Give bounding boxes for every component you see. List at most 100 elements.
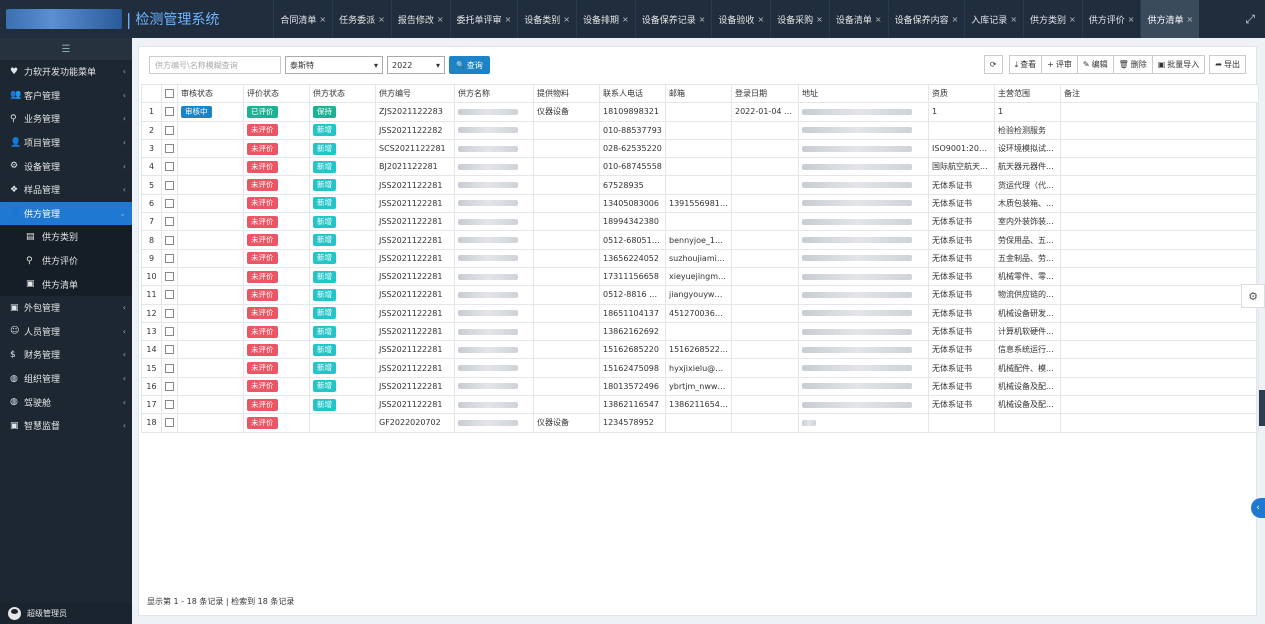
column-header[interactable]: 联系人电话 — [599, 83, 666, 104]
settings-gear-icon[interactable]: ⚙ — [1241, 284, 1265, 308]
column-header[interactable]: 资质 — [928, 83, 995, 104]
row-checkbox[interactable] — [165, 162, 174, 172]
sidebar-subitem[interactable]: ▤ 供方类别 — [0, 225, 132, 249]
tab-item[interactable]: 委托单评审 × — [449, 0, 518, 38]
column-header[interactable]: 登录日期 — [731, 83, 799, 104]
row-checkbox[interactable] — [165, 290, 174, 300]
row-checkbox[interactable] — [165, 418, 174, 428]
sidebar-item[interactable]: ◍ 组织管理 ‹ — [0, 367, 132, 391]
tab-item[interactable]: 供方清单 × — [1140, 0, 1200, 38]
tab-item[interactable]: 设备类别 × — [517, 0, 576, 38]
row-checkbox[interactable] — [165, 180, 174, 190]
close-icon[interactable]: × — [319, 15, 326, 24]
tab-item[interactable]: 供方评价 × — [1081, 0, 1141, 38]
close-icon[interactable]: × — [1069, 15, 1076, 24]
sidebar-item[interactable]: 👤 供方管理 ⌄ — [0, 201, 132, 226]
fullscreen-icon[interactable]: ⤢ — [1245, 12, 1255, 27]
row-checkbox[interactable] — [165, 253, 174, 263]
table-row[interactable]: 6 未评价 新增 JSS2021122281 13405083006 1391556981… — [141, 193, 1259, 214]
menu-toggle-icon[interactable]: ☰ — [0, 38, 132, 60]
table-row[interactable]: 5 未评价 新增 JSS2021122281 67528935 无体系证书 货运代理（代..… — [141, 175, 1259, 195]
column-header[interactable]: 评价状态 — [243, 83, 310, 104]
sidebar-item[interactable]: ⚙ 设备管理 ‹ — [0, 154, 132, 178]
collapse-panel-icon[interactable]: ‹ — [1251, 498, 1265, 518]
close-icon[interactable]: × — [757, 15, 764, 24]
row-checkbox-cell[interactable] — [161, 303, 178, 323]
search-input[interactable]: 供方编号\名称模糊查询 — [149, 56, 281, 74]
close-icon[interactable]: × — [505, 15, 512, 24]
close-icon[interactable]: × — [1186, 15, 1193, 24]
row-checkbox[interactable] — [165, 308, 174, 318]
table-row[interactable]: 15 未评价 新增 JSS2021122281 15162475098 hyxjixiel… — [141, 358, 1259, 378]
query-button[interactable]: 🔍 查询 — [449, 56, 490, 74]
column-header[interactable]: 供方编号 — [375, 83, 455, 104]
close-icon[interactable]: × — [952, 15, 959, 24]
sidebar-item[interactable]: ▣ 外包管理 ‹ — [0, 296, 132, 320]
table-row[interactable]: 18 未评价 GF2022020702 仪器设备 1234578952 — [141, 413, 1259, 433]
delete-button[interactable]: 🗑 删除 — [1113, 55, 1153, 74]
sidebar-item[interactable]: ◍ 驾驶舱 ‹ — [0, 390, 132, 414]
row-checkbox-cell[interactable] — [161, 413, 178, 433]
sidebar-item[interactable]: ▣ 智慧监督 ‹ — [0, 414, 132, 438]
row-checkbox-cell[interactable] — [161, 358, 178, 378]
export-button[interactable]: ➦ 导出 — [1209, 55, 1246, 74]
row-checkbox[interactable] — [165, 400, 174, 410]
row-checkbox-cell[interactable] — [161, 376, 178, 397]
row-checkbox-cell[interactable] — [161, 321, 178, 342]
column-header[interactable]: 备注 — [1060, 83, 1259, 104]
refresh-button[interactable]: ⟳ — [983, 55, 1003, 74]
table-row[interactable]: 8 未评价 新增 JSS2021122281 0512-68051636 bennyjoe… — [141, 230, 1259, 250]
row-checkbox[interactable] — [165, 235, 174, 245]
row-checkbox[interactable] — [165, 107, 174, 117]
row-checkbox-cell[interactable] — [161, 230, 178, 250]
table-row[interactable]: 3 未评价 新增 SCS2021122281 028-62535220 ISO9001:2… — [141, 138, 1259, 159]
column-header[interactable]: 提供物料 — [533, 83, 600, 104]
sidebar-item[interactable]: ☺ 人员管理 ‹ — [0, 320, 132, 344]
close-icon[interactable]: × — [622, 15, 629, 24]
table-row[interactable]: 9 未评价 新增 JSS2021122281 13656224052 suzhoujiam… — [141, 248, 1259, 268]
sidebar-item[interactable]: 👥 客户管理 ‹ — [0, 84, 132, 108]
column-header[interactable]: 供方状态 — [309, 83, 376, 104]
row-checkbox-cell[interactable] — [161, 120, 178, 140]
column-header[interactable]: 审核状态 — [177, 83, 244, 104]
column-header[interactable]: 供方名称 — [454, 83, 534, 104]
table-row[interactable]: 13 未评价 新增 JSS2021122281 13862162692 无体系证书 计算机软… — [141, 321, 1259, 342]
user-footer[interactable]: 超级管理员 — [0, 602, 132, 624]
tab-item[interactable]: 设备保养内容 × — [887, 0, 965, 38]
tab-item[interactable]: 设备采购 × — [770, 0, 829, 38]
tab-item[interactable]: 设备清单 × — [828, 0, 888, 38]
view-button[interactable]: ⤓ 查看 — [1008, 55, 1043, 74]
close-icon[interactable]: × — [1128, 15, 1135, 24]
edit-button[interactable]: ✎ 编辑 — [1077, 55, 1114, 74]
close-icon[interactable]: × — [816, 15, 823, 24]
table-row[interactable]: 2 未评价 新增 JSS2021122282 010-88537793 检验检测服务 — [141, 120, 1259, 140]
batch-import-button[interactable]: ▣ 批量导入 — [1152, 55, 1206, 74]
review-button[interactable]: + 评审 — [1042, 55, 1078, 74]
tab-item[interactable]: 供方类别 × — [1023, 0, 1082, 38]
close-icon[interactable]: × — [437, 15, 444, 24]
table-row[interactable]: 14 未评价 新增 JSS2021122281 15162685220 151626852… — [141, 340, 1259, 360]
tab-item[interactable]: 设备保养记录 × — [634, 0, 712, 38]
tab-item[interactable]: 设备排期 × — [575, 0, 635, 38]
close-icon[interactable]: × — [1010, 15, 1017, 24]
row-checkbox[interactable] — [165, 198, 174, 208]
table-row[interactable]: 10 未评价 新增 JSS2021122281 17311156658 xieyuejin… — [141, 266, 1259, 287]
supplier-select[interactable]: 泰斯特 ▾ — [285, 56, 383, 74]
row-checkbox-cell[interactable] — [161, 157, 178, 177]
tab-item[interactable]: 合同清单 × — [273, 0, 332, 38]
tab-item[interactable]: 报告修改 × — [390, 0, 450, 38]
table-row[interactable]: 16 未评价 新增 JSS2021122281 18013572496 ybrtjm_nw… — [141, 376, 1259, 397]
close-icon[interactable]: × — [378, 15, 385, 24]
sidebar-item[interactable]: ♥ 力软开发功能菜单 ‹ — [0, 60, 132, 84]
row-checkbox[interactable] — [165, 272, 174, 282]
row-checkbox-cell[interactable] — [161, 340, 178, 360]
row-checkbox-cell[interactable] — [161, 212, 178, 232]
table-row[interactable]: 12 未评价 新增 JSS2021122281 18651104137 451270036… — [141, 303, 1259, 323]
scroll-handle[interactable] — [1259, 390, 1265, 426]
table-row[interactable]: 4 未评价 新增 BJ2021122281 010-68745558 国际航空航天... 航… — [141, 157, 1259, 177]
row-checkbox-cell[interactable] — [161, 138, 178, 159]
column-header[interactable]: 主营范围 — [994, 83, 1061, 104]
column-header[interactable]: 地址 — [798, 83, 929, 104]
row-checkbox[interactable] — [165, 217, 174, 227]
table-row[interactable]: 17 未评价 新增 JSS2021122281 13862116547 138621165… — [141, 395, 1259, 415]
